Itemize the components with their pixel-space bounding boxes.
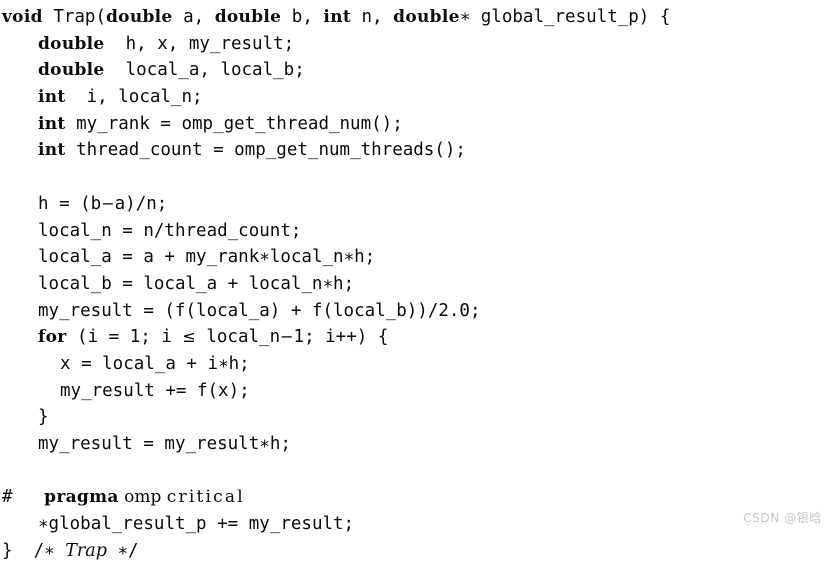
code-token: ∗ <box>117 540 129 561</box>
code-token: ∗ <box>259 247 270 268</box>
code-line: local_b = local_a + local_n∗h; <box>0 271 832 298</box>
code-token: local_b = local_a + local_n <box>38 273 323 294</box>
code-token: ≤ <box>182 327 196 347</box>
code-line: int thread_count = omp_get_num_threads()… <box>0 137 832 164</box>
code-line: } <box>0 404 832 431</box>
code-line: my_result = (f(local_a) + f(local_b))/2.… <box>0 298 832 325</box>
code-token: − <box>280 327 294 347</box>
code-line: int my_rank = omp_get_thread_num(); <box>0 111 832 138</box>
code-keyword: int <box>38 113 66 134</box>
code-keyword: int <box>38 140 66 161</box>
code-token: local_a = a + my_rank <box>38 247 260 268</box>
code-token: i, local_n; <box>65 87 203 108</box>
code-token: ∗ <box>38 514 49 535</box>
code-line: double h, x, my_result; <box>0 31 832 58</box>
code-token: x = local_a + i <box>60 353 219 374</box>
code-token: # <box>2 487 13 508</box>
code-token: ∗ <box>218 353 229 374</box>
code-token: h; <box>269 434 291 454</box>
code-token: a, <box>172 7 215 27</box>
code-token: ∗ <box>44 540 55 561</box>
code-listing: void Trap(double a, double b, int n, dou… <box>0 0 832 564</box>
code-token: ∗ global_result_p) { <box>459 7 671 27</box>
code-keyword: double <box>38 33 105 54</box>
code-token: h; <box>333 273 355 294</box>
code-line: int i, local_n; <box>0 84 832 111</box>
code-token: Trap <box>65 540 107 561</box>
code-token: my_result = (f(local_a) + f(local_b))/2.… <box>38 300 481 321</box>
code-token: local_n = n/thread_count; <box>38 220 302 241</box>
code-token: thread_count = omp_get_num_threads(); <box>65 140 466 161</box>
code-token: / <box>128 540 139 561</box>
csdn-watermark: CSDN @银晗 <box>743 511 822 525</box>
code-token: } / <box>2 540 45 561</box>
code-keyword: for <box>38 327 67 348</box>
code-token: } <box>38 407 49 428</box>
code-token: local_n <box>195 327 281 348</box>
code-token: a)/n; <box>114 193 168 214</box>
code-token: − <box>101 193 115 213</box>
code-token: ∗ <box>343 247 355 268</box>
code-line: double local_a, local_b; <box>0 57 832 84</box>
code-token: ∗ <box>259 434 270 454</box>
code-token: my_rank = omp_get_thread_num(); <box>65 113 403 134</box>
code-keyword: void <box>2 7 43 27</box>
code-line: my_result += f(x); <box>0 378 832 405</box>
code-line: void Trap(double a, double b, int n, dou… <box>0 4 832 31</box>
code-token: critical <box>166 487 245 508</box>
code-token: 1; i++) { <box>293 327 389 348</box>
code-keyword: int <box>38 87 66 108</box>
code-keyword: double <box>393 7 460 27</box>
code-line: local_n = n/thread_count; <box>0 218 832 245</box>
code-token: my_result = my_result <box>38 434 260 454</box>
code-token: omp <box>124 487 162 508</box>
code-keyword: double <box>214 7 282 27</box>
code-token: h; <box>354 247 376 268</box>
code-token: local_n <box>269 247 344 268</box>
code-token: b, <box>281 7 324 27</box>
code-line: } /∗ Trap ∗/ <box>0 538 832 564</box>
code-token: local_a, local_b; <box>104 60 305 81</box>
code-token: global_result_p += my_result; <box>48 514 355 535</box>
code-line: h = (b−a)/n; <box>0 191 832 218</box>
code-line: for (i = 1; i ≤ local_n−1; i++) { <box>0 324 832 351</box>
code-token: h; <box>228 353 250 374</box>
code-token: my_result += f(x); <box>60 380 250 401</box>
code-line: x = local_a + i∗h; <box>0 351 832 378</box>
code-token: h = (b <box>38 193 102 214</box>
code-line: local_a = a + my_rank∗local_n∗h; <box>0 244 832 271</box>
code-token: Trap( <box>53 7 106 27</box>
code-line: ∗global_result_p += my_result; <box>0 511 832 538</box>
code-keyword: double <box>106 7 173 27</box>
code-token: ∗ <box>322 273 334 294</box>
code-line: my_result = my_result∗h; <box>0 431 832 458</box>
code-line: # pragma omp critical <box>0 484 832 511</box>
code-keyword: int <box>323 7 351 27</box>
code-keyword: double <box>38 60 105 81</box>
code-keyword: pragma <box>44 487 119 508</box>
code-token: (i = 1; i <box>66 327 183 348</box>
code-token: n, <box>350 7 394 27</box>
code-token: h, x, my_result; <box>104 33 295 54</box>
